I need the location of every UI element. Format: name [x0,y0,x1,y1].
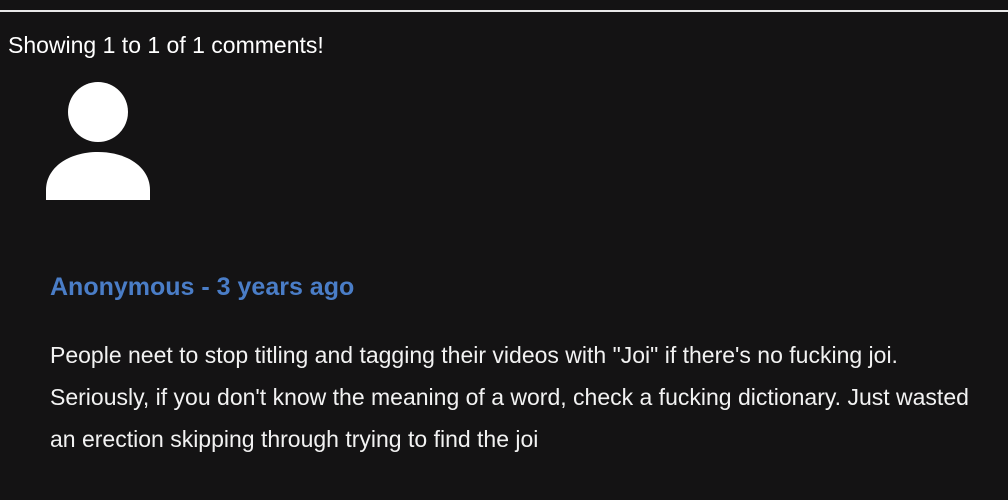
comments-count-summary: Showing 1 to 1 of 1 comments! [8,32,324,58]
user-avatar-icon [46,82,150,200]
comment-author-and-age[interactable]: Anonymous - 3 years ago [50,271,354,303]
top-divider [0,10,1008,12]
comment-text: People neet to stop titling and tagging … [50,342,969,452]
